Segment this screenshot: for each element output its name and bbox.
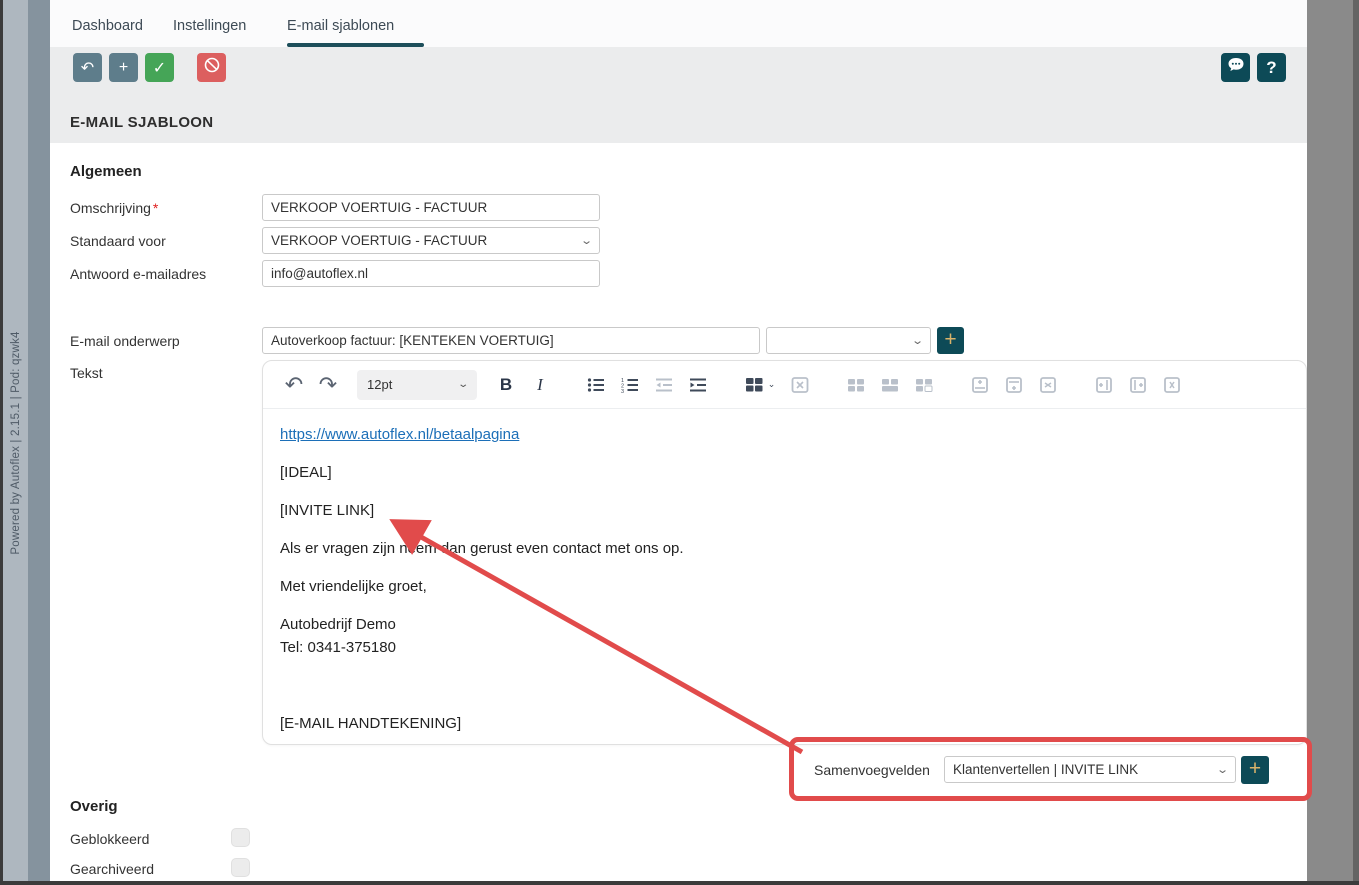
insert-column-before-icon <box>1087 369 1121 401</box>
body-paragraph: Met vriendelijke groet, <box>280 575 1289 598</box>
gearchiveerd-checkbox[interactable] <box>231 858 250 877</box>
label-samenvoegvelden: Samenvoegvelden <box>814 762 930 778</box>
right-background <box>1307 0 1359 885</box>
undo-icon[interactable]: ↶ <box>277 369 311 401</box>
delete-table-icon <box>783 369 817 401</box>
standaard-voor-value: VERKOOP VOERTUIG - FACTUUR <box>271 233 576 248</box>
onderwerp-mergefield-select[interactable]: ⌄ <box>766 327 931 354</box>
question-mark-icon: ? <box>1266 58 1276 78</box>
samenvoegvelden-select[interactable]: Klantenvertellen | INVITE LINK ⌄ <box>944 756 1236 783</box>
merge-cells-icon <box>907 369 941 401</box>
block-icon <box>203 56 221 79</box>
body-paragraph-empty <box>280 674 1289 697</box>
betaalpagina-link[interactable]: https://www.autoflex.nl/betaalpagina <box>280 426 519 443</box>
tab-dashboard[interactable]: Dashboard <box>72 18 143 34</box>
tab-instellingen[interactable]: Instellingen <box>173 18 246 34</box>
antwoord-emailadres-input[interactable] <box>262 260 600 287</box>
omschrijving-input[interactable] <box>262 194 600 221</box>
save-button[interactable]: ✓ <box>145 53 174 82</box>
body-paragraph-signature: Autobedrijf Demo Tel: 0341-375180 <box>280 613 1289 659</box>
label-tekst: Tekst <box>70 365 103 381</box>
label-geblokkeerd: Geblokkeerd <box>70 831 149 847</box>
email-onderwerp-input[interactable] <box>262 327 760 354</box>
plus-icon: + <box>119 59 128 77</box>
required-asterisk: * <box>153 200 158 216</box>
cancel-button[interactable] <box>197 53 226 82</box>
page-gutter <box>28 0 50 885</box>
label-email-onderwerp: E-mail onderwerp <box>70 333 180 349</box>
row-properties-icon <box>873 369 907 401</box>
delete-row-icon <box>1031 369 1065 401</box>
editor-toolbar: ↶ ↷ 12pt ⌄ B I 123 ⌄ <box>263 361 1306 409</box>
powered-by-banner: Powered by Autoflex | 2.15.1 | Pod: qzwk… <box>3 0 28 885</box>
delete-column-icon <box>1155 369 1189 401</box>
header-band <box>50 47 1307 143</box>
editor-body[interactable]: https://www.autoflex.nl/betaalpagina [ID… <box>263 409 1306 764</box>
svg-text:3: 3 <box>621 389 624 394</box>
bold-icon[interactable]: B <box>489 369 523 401</box>
powered-by-text: Powered by Autoflex | 2.15.1 | Pod: qzwk… <box>10 331 22 554</box>
label-omschrijving: Omschrijving* <box>70 200 158 216</box>
phone-line: Tel: 0341-375180 <box>280 639 396 656</box>
help-button[interactable]: ? <box>1257 53 1286 82</box>
body-paragraph-handtekening: [E-MAIL HANDTEKENING] <box>280 712 1289 735</box>
chevron-down-icon: ⌄ <box>911 334 924 347</box>
redo-icon[interactable]: ↷ <box>311 369 345 401</box>
scrollbar-track[interactable] <box>1353 0 1359 885</box>
italic-icon[interactable]: I <box>523 369 557 401</box>
check-icon: ✓ <box>153 58 166 78</box>
standaard-voor-select[interactable]: VERKOOP VOERTUIG - FACTUUR ⌄ <box>262 227 600 254</box>
geblokkeerd-checkbox[interactable] <box>231 828 250 847</box>
insert-row-above-icon <box>963 369 997 401</box>
section-heading-overig: Overig <box>70 798 118 815</box>
cell-properties-icon <box>839 369 873 401</box>
body-paragraph-invite-link: [INVITE LINK] <box>280 499 1289 522</box>
insert-table-icon[interactable]: ⌄ <box>737 369 783 401</box>
company-name: Autobedrijf Demo <box>280 616 396 633</box>
label-antwoord-emailadres: Antwoord e-mailadres <box>70 266 206 282</box>
window-bottom-edge <box>0 881 1359 885</box>
app-window: Powered by Autoflex | 2.15.1 | Pod: qzwk… <box>0 0 1359 885</box>
label-gearchiveerd: Gearchiveerd <box>70 861 154 877</box>
page-title: E-MAIL SJABLOON <box>70 114 213 131</box>
chevron-down-icon: ⌄ <box>768 379 776 390</box>
back-button[interactable]: ↶ <box>73 53 102 82</box>
font-size-value: 12pt <box>367 377 392 392</box>
insert-column-after-icon <box>1121 369 1155 401</box>
samenvoegvelden-value: Klantenvertellen | INVITE LINK <box>953 762 1212 777</box>
bullet-list-icon[interactable] <box>579 369 613 401</box>
tab-email-sjablonen[interactable]: E-mail sjablonen <box>287 18 394 34</box>
section-heading-algemeen: Algemeen <box>70 163 142 180</box>
chat-bubble-icon <box>1227 57 1245 78</box>
insert-row-below-icon <box>997 369 1031 401</box>
chevron-down-icon: ⌄ <box>1216 763 1229 776</box>
font-size-select[interactable]: 12pt ⌄ <box>357 370 477 400</box>
feedback-button[interactable] <box>1221 53 1250 82</box>
numbered-list-icon[interactable]: 123 <box>613 369 647 401</box>
onderwerp-mergefield-add-button[interactable]: + <box>937 327 964 354</box>
label-omschrijving-text: Omschrijving <box>70 200 151 216</box>
indent-icon[interactable] <box>681 369 715 401</box>
chevron-down-icon: ⌄ <box>580 234 593 247</box>
chevron-down-icon: ⌄ <box>457 379 469 390</box>
label-standaard-voor: Standaard voor <box>70 233 166 249</box>
back-icon: ↶ <box>81 58 94 78</box>
samenvoegvelden-add-button[interactable]: + <box>1241 756 1269 784</box>
outdent-icon <box>647 369 681 401</box>
richtext-editor: ↶ ↷ 12pt ⌄ B I 123 ⌄ <box>262 360 1307 745</box>
body-paragraph: [IDEAL] <box>280 461 1289 484</box>
body-paragraph: Als er vragen zijn neem dan gerust even … <box>280 537 1289 560</box>
add-button[interactable]: + <box>109 53 138 82</box>
